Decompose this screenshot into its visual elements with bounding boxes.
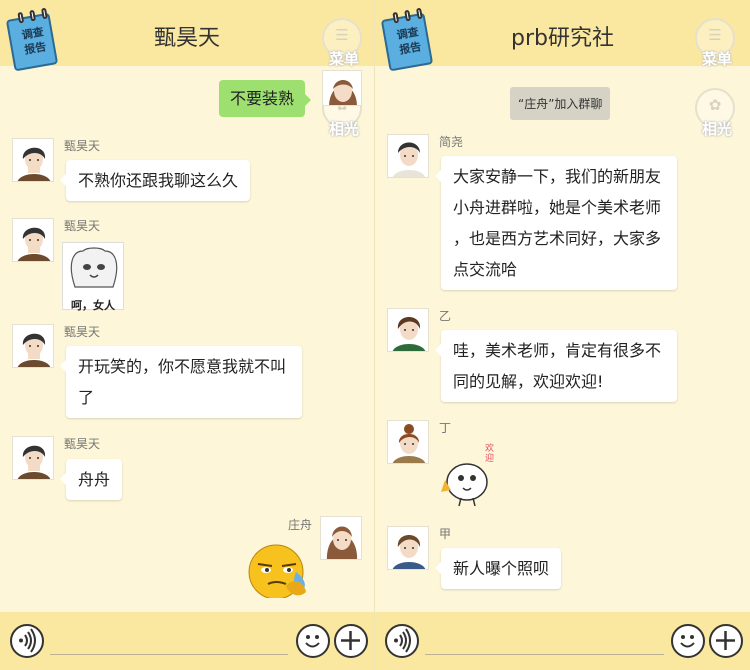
emoji-icon — [680, 635, 695, 648]
message-line: ，也是西方艺术同好，大家多 — [453, 229, 662, 248]
self-avatar[interactable] — [322, 70, 362, 106]
message-line: 了 — [78, 388, 95, 407]
sweat-face-icon — [248, 544, 306, 600]
message-bubble[interactable]: 开玩笑的，你不愿意我就不叫 了 — [60, 346, 302, 418]
contact-avatar[interactable] — [12, 218, 54, 262]
message-line: 大家安静一下，我们的新朋友 — [453, 167, 662, 186]
menu-button[interactable]: ☰ 菜单 — [322, 18, 362, 68]
contact-avatar[interactable] — [387, 308, 429, 352]
message-input[interactable] — [50, 654, 288, 655]
sweat-smiley-sticker[interactable] — [246, 542, 312, 600]
photo-icon: ✿ — [708, 96, 722, 114]
sender-name: 甄昊天 — [64, 219, 101, 233]
welcome-sticker[interactable]: 欢迎 — [437, 440, 507, 510]
input-bar — [375, 612, 750, 670]
voice-button[interactable] — [10, 624, 44, 658]
contact-avatar[interactable] — [387, 526, 429, 570]
menu-caption: 菜单 — [328, 50, 359, 68]
photo-button[interactable]: ✿ 相光 — [695, 88, 735, 138]
contact-avatar[interactable] — [12, 138, 54, 182]
contact-avatar[interactable] — [387, 134, 429, 178]
contact-avatar[interactable] — [387, 420, 429, 464]
plus-icon — [341, 631, 360, 650]
menu-button[interactable]: ☰ 菜单 — [695, 18, 735, 68]
photo-caption: 相光 — [328, 120, 359, 138]
plus-icon — [716, 631, 735, 650]
menu-icon: ☰ — [708, 26, 722, 44]
photo-caption: 相光 — [701, 120, 732, 138]
contact-avatar[interactable] — [12, 436, 54, 480]
sticker-caption: 欢迎 — [485, 444, 495, 464]
outgoing-message-bubble[interactable]: 不要装熟 — [219, 80, 312, 117]
emoji-icon — [305, 635, 320, 648]
sender-name: 甲 — [439, 527, 452, 541]
menu-icon: ☰ — [335, 26, 349, 44]
system-join-notice: “庄舟”加入群聊 — [510, 87, 611, 120]
message-line: 哇，美术老师，肯定有很多不 — [453, 341, 662, 360]
voice-icon — [19, 628, 36, 653]
chat-panel-right: 调查 报告 prb研究社 ☰ 菜单 ✿ 相光 “庄舟”加入群聊 简尧 大家安静一下… — [375, 0, 750, 670]
menu-caption: 菜单 — [701, 50, 732, 68]
voice-icon — [394, 628, 411, 653]
contact-avatar[interactable] — [12, 324, 54, 368]
emoji-button[interactable] — [296, 624, 330, 658]
message-line: 同的见解，欢迎欢迎! — [453, 372, 604, 391]
voice-button[interactable] — [385, 624, 419, 658]
message-line: 点交流哈 — [453, 260, 518, 279]
message-bubble[interactable]: 哇，美术老师，肯定有很多不 同的见解，欢迎欢迎! — [435, 330, 677, 402]
sticker-caption: 呵，女人 — [71, 299, 115, 312]
message-bubble[interactable]: 不熟你还跟我聊这么久 — [59, 160, 251, 201]
self-name: 庄舟 — [288, 518, 313, 532]
emoji-button[interactable] — [671, 624, 705, 658]
plus-button[interactable] — [709, 624, 743, 658]
sender-name: 甄昊天 — [64, 325, 101, 339]
sender-name: 简尧 — [439, 135, 464, 149]
message-line: 小舟进群啦，她是个美术老师 — [453, 198, 662, 217]
sender-name: 丁 — [439, 421, 452, 435]
input-bar — [0, 612, 374, 670]
chat-panel-left: 调查报告 甄昊天 ☰ 菜单 ✿ 相光 不要装熟 甄昊天 不熟你还跟我聊这么久 甄… — [0, 0, 375, 670]
message-line: 开玩笑的，你不愿意我就不叫 — [78, 357, 287, 376]
message-input[interactable] — [425, 654, 664, 655]
plus-button[interactable] — [334, 624, 368, 658]
bear-face-icon — [70, 247, 118, 288]
message-bubble[interactable]: 大家安静一下，我们的新朋友 小舟进群啦，她是个美术老师 ，也是西方艺术同好，大家… — [435, 156, 677, 290]
sender-name: 乙 — [439, 309, 452, 323]
sender-name: 甄昊天 — [64, 139, 101, 153]
sender-name: 甄昊天 — [64, 437, 101, 451]
self-avatar[interactable] — [320, 516, 362, 560]
message-bubble[interactable]: 舟舟 — [59, 459, 123, 500]
message-bubble[interactable]: 新人曝个照呗 — [434, 548, 562, 589]
bear-sticker[interactable]: 呵，女人 — [62, 242, 124, 312]
